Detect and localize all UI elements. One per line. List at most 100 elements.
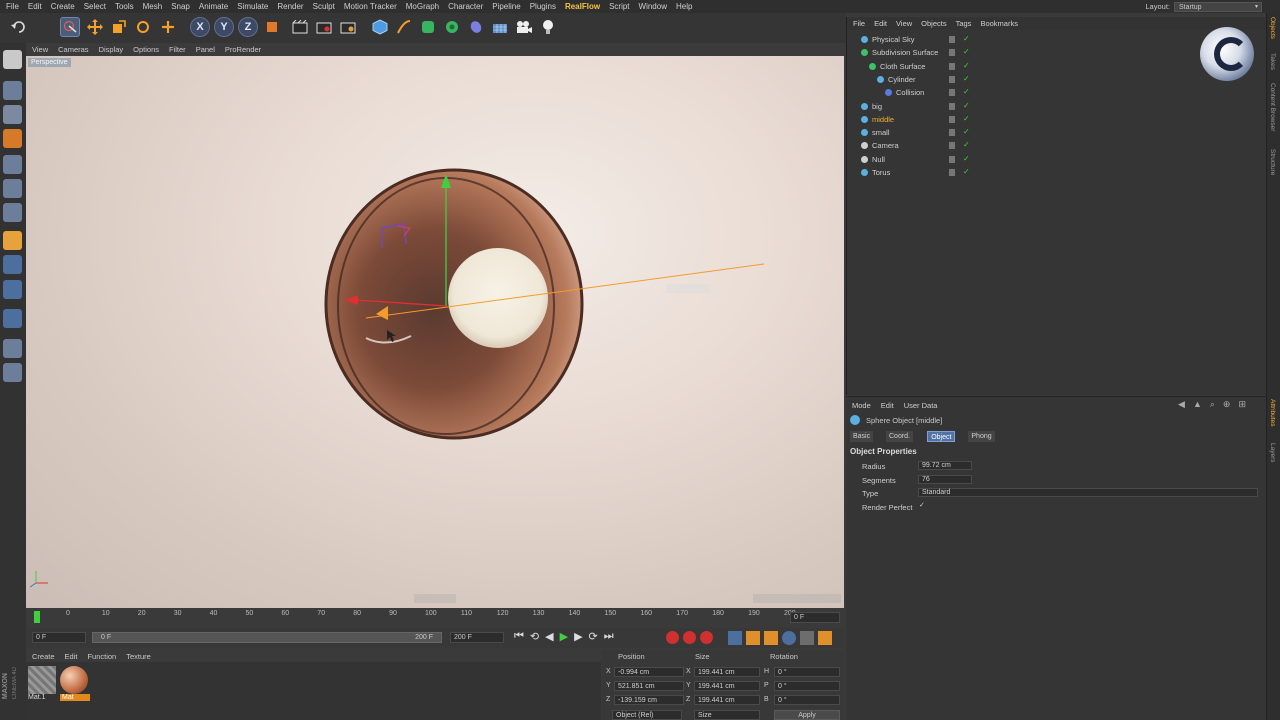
new-window-icon[interactable]: ⊞ [1238,399,1246,410]
end-frame-field[interactable]: 200 F [450,632,504,643]
menu-tools[interactable]: Tools [115,2,134,11]
make-editable-icon[interactable] [3,50,22,69]
menu-edit[interactable]: Edit [28,2,42,11]
tab-attributes[interactable]: Attributes [1269,399,1276,426]
solo-icon[interactable] [3,363,22,382]
key-pla-icon[interactable] [800,631,814,645]
tab-basic[interactable]: Basic [850,431,874,442]
position-x-field[interactable]: -0.994 cm [614,667,684,677]
menu-window[interactable]: Window [639,2,667,11]
material-menu-function[interactable]: Function [87,652,116,661]
array-generator-icon[interactable] [442,17,462,37]
visibility-toggle-icon[interactable] [949,129,955,137]
object-row-torus[interactable]: Torus ✓ [847,166,1267,179]
axis-mode-icon[interactable] [3,231,22,250]
timeline-window-icon[interactable] [818,631,832,645]
keyframe-selection-icon[interactable] [700,631,713,644]
tab-layers[interactable]: Layers [1269,443,1276,463]
menu-select[interactable]: Select [84,2,106,11]
move-tool-icon[interactable] [85,17,105,37]
render-to-picture-viewer-icon[interactable] [314,17,334,37]
visibility-toggle-icon[interactable] [949,62,955,70]
next-key-icon[interactable]: ⟳ [589,630,598,643]
grid-icon[interactable] [3,339,22,358]
scale-tool-icon[interactable] [109,17,129,37]
tab-coord[interactable]: Coord. [886,431,914,442]
previous-frame-icon[interactable]: ◀ [545,630,553,643]
object-menu-edit[interactable]: Edit [874,19,887,28]
menu-script[interactable]: Script [609,2,629,11]
enable-check-icon[interactable]: ✓ [963,127,970,136]
object-menu-bookmarks[interactable]: Bookmarks [980,19,1018,28]
camera-icon[interactable] [514,17,534,37]
enable-check-icon[interactable]: ✓ [963,61,970,70]
tab-structure[interactable]: Structure [1269,149,1276,175]
object-row-camera[interactable]: Camera ✓ [847,139,1267,152]
z-axis-lock-button[interactable]: Z [238,17,258,37]
enable-check-icon[interactable]: ✓ [963,167,970,176]
material-menu-edit[interactable]: Edit [65,652,78,661]
menu-render[interactable]: Render [277,2,303,11]
visibility-toggle-icon[interactable] [949,89,955,97]
size-x-field[interactable]: 199.441 cm [694,667,760,677]
rotate-tool-icon[interactable] [133,17,153,37]
current-frame-field[interactable]: 0 F [790,612,840,623]
layout-dropdown[interactable]: Startup ▾ [1174,1,1262,12]
floor-object-icon[interactable] [490,17,510,37]
rotation-h-field[interactable]: 0 ° [774,667,840,677]
enable-check-icon[interactable]: ✓ [963,101,970,110]
position-z-field[interactable]: -139.159 cm [614,695,684,705]
tab-objects[interactable]: Objects [1269,17,1276,39]
light-icon[interactable] [538,17,558,37]
material-slot-2[interactable]: Mat [60,666,90,704]
object-menu-file[interactable]: File [853,19,865,28]
record-keys-icon[interactable] [666,631,679,644]
enable-check-icon[interactable]: ✓ [963,47,970,56]
menu-snap[interactable]: Snap [171,2,190,11]
playhead[interactable] [34,611,40,623]
viewport-menu-cameras[interactable]: Cameras [58,45,88,54]
lock-icon[interactable]: ⊕ [1223,399,1231,410]
create-object-icon[interactable] [158,17,178,37]
magnet-icon[interactable] [3,309,22,328]
enable-check-icon[interactable]: ✓ [963,87,970,96]
menu-simulate[interactable]: Simulate [237,2,268,11]
attribute-menu-edit[interactable]: Edit [881,401,894,410]
tab-content-browser[interactable]: Content Browser [1269,83,1276,131]
object-menu-view[interactable]: View [896,19,912,28]
cube-object-icon[interactable] [370,17,390,37]
object-menu-tags[interactable]: Tags [956,19,972,28]
back-arrow-icon[interactable]: ◀ [1178,399,1185,410]
autokey-icon[interactable] [683,631,696,644]
attribute-menu-user-data[interactable]: User Data [904,401,938,410]
material-menu-create[interactable]: Create [32,652,55,661]
object-row-big[interactable]: big ✓ [847,100,1267,113]
menu-pipeline[interactable]: Pipeline [492,2,520,11]
property-value-field[interactable]: ✓ [916,502,928,511]
menu-mograph[interactable]: MoGraph [406,2,439,11]
property-value-field[interactable]: Standard [918,488,1258,497]
enable-check-icon[interactable]: ✓ [963,34,970,43]
menu-file[interactable]: File [6,2,19,11]
visibility-toggle-icon[interactable] [949,49,955,57]
tweak-mode-icon[interactable] [3,255,22,274]
enable-check-icon[interactable]: ✓ [963,74,970,83]
viewport-menu-view[interactable]: View [32,45,48,54]
property-value-field[interactable]: 76 [918,474,972,484]
visibility-toggle-icon[interactable] [949,102,955,110]
visibility-toggle-icon[interactable] [949,155,955,163]
size-y-field[interactable]: 199.441 cm [694,681,760,691]
position-y-field[interactable]: 521.851 cm [614,681,684,691]
y-axis-lock-button[interactable]: Y [214,17,234,37]
polygons-mode-icon[interactable] [3,203,22,222]
object-row-cylinder[interactable]: Cylinder ✓ [847,73,1267,86]
property-value-field[interactable]: 99.72 cm [918,461,972,470]
key-position-icon[interactable] [728,631,742,645]
object-row-null[interactable]: Null ✓ [847,153,1267,166]
start-frame-field[interactable]: 0 F [32,632,86,643]
menu-character[interactable]: Character [448,2,483,11]
visibility-toggle-icon[interactable] [949,75,955,83]
viewport-menu-options[interactable]: Options [133,45,159,54]
coordinate-system-icon[interactable] [262,17,282,37]
x-axis-lock-button[interactable]: X [190,17,210,37]
